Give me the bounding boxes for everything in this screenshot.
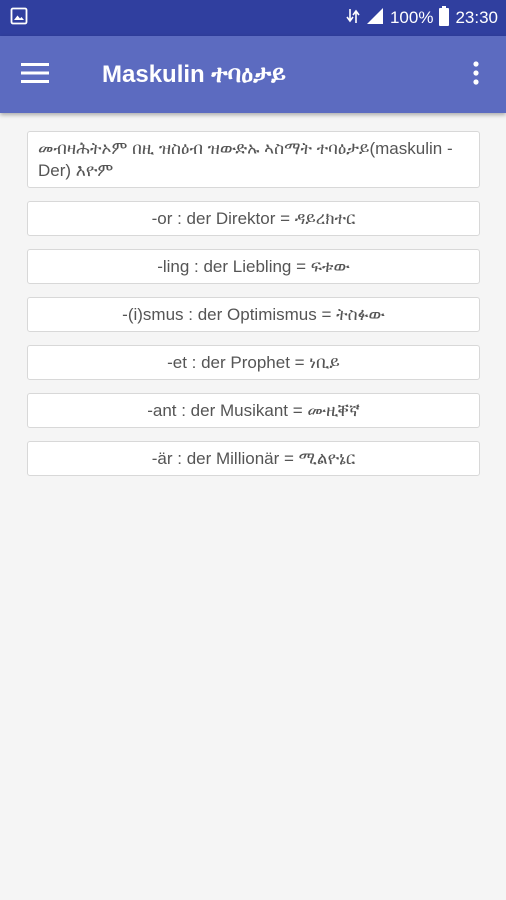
status-bar: 100% 23:30 (0, 0, 506, 36)
content-list: መብዛሕትኦም በዚ ዝስዕብ ዝውድኡ ኣስማት ተባዕታይ(maskulin… (27, 131, 480, 489)
battery-percent: 100% (389, 8, 434, 27)
list-item[interactable]: -är : der Millionär = ሚልዮኔር (27, 441, 480, 476)
page-title: Maskulin ተባዕታይ (102, 60, 286, 88)
app-bar: Maskulin ተባዕታይ (0, 36, 506, 113)
data-arrows-icon (346, 7, 360, 29)
gallery-icon (10, 7, 28, 29)
signal-icon (366, 7, 384, 29)
more-vert-icon (473, 60, 479, 89)
menu-icon (21, 62, 49, 88)
intro-card: መብዛሕትኦም በዚ ዝስዕብ ዝውድኡ ኣስማት ተባዕታይ(maskulin… (27, 131, 480, 188)
overflow-menu-button[interactable] (446, 36, 506, 113)
list-item[interactable]: -ling : der Liebling = ፍቱው (27, 249, 480, 284)
list-item[interactable]: -or : der Direktor = ዳይረክተር (27, 201, 480, 236)
battery-icon (439, 6, 450, 30)
menu-button[interactable] (0, 36, 70, 113)
list-item[interactable]: -et : der Prophet = ነቢይ (27, 345, 480, 380)
list-item[interactable]: -ant : der Musikant = ሙዚቐኛ (27, 393, 480, 428)
clock: 23:30 (455, 8, 498, 27)
list-item[interactable]: -(i)smus : der Optimismus = ትስፉው (27, 297, 480, 332)
